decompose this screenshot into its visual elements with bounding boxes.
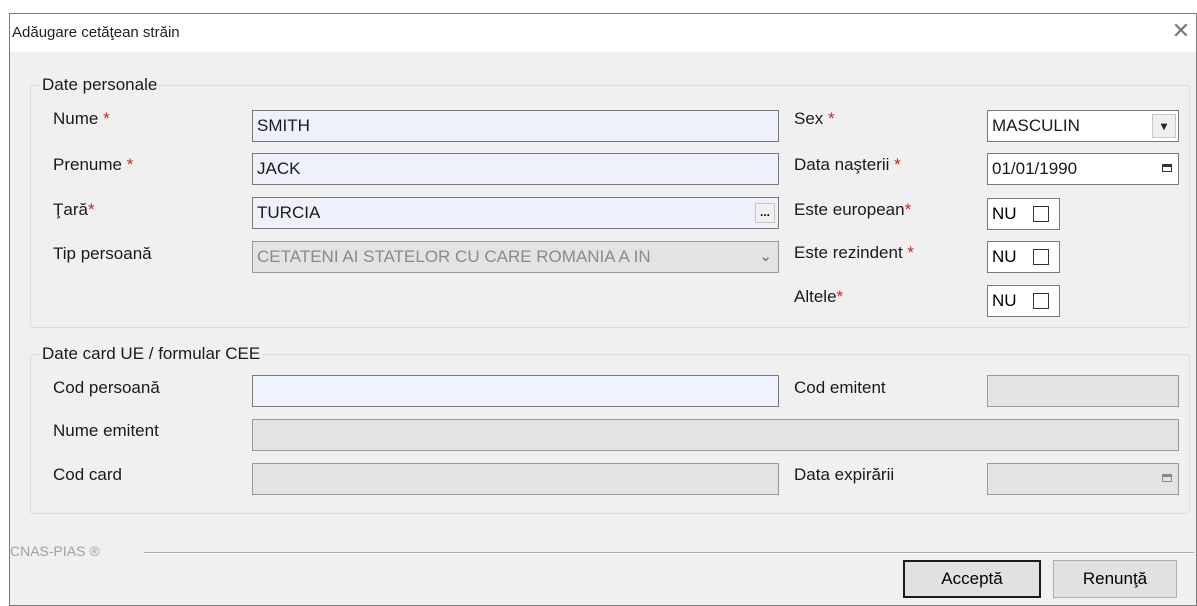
calendar-icon: [1162, 474, 1172, 482]
dialog-window: Adăugare cetăţean străin ✕ Date personal…: [9, 13, 1197, 606]
brand-label: CNAS-PIAS ®: [10, 543, 100, 559]
data-expirarii-label: Data expirării: [794, 465, 895, 484]
este-rezident-checkbox[interactable]: NU: [987, 241, 1060, 273]
checkbox-icon[interactable]: [1033, 206, 1049, 222]
data-nasterii-field[interactable]: 01/01/1990: [987, 153, 1179, 185]
chevron-down-icon: ⌄: [759, 248, 772, 265]
nume-emitent-input: [252, 419, 1179, 451]
tara-label: Ţară*: [53, 200, 95, 219]
altele-checkbox[interactable]: NU: [987, 285, 1060, 317]
cod-card-label: Cod card: [53, 465, 122, 484]
calendar-icon[interactable]: [1162, 164, 1172, 172]
nume-label: Nume *: [53, 109, 110, 128]
dropdown-arrow-icon[interactable]: ▾: [1152, 114, 1176, 138]
tara-lookup-button[interactable]: ...: [755, 203, 775, 223]
tara-field[interactable]: TURCIA ...: [252, 197, 779, 229]
window-title: Adăugare cetăţean străin: [12, 24, 180, 41]
cod-card-input: [252, 463, 779, 495]
card-data-title: Date card UE / formular CEE: [40, 344, 263, 364]
prenume-field[interactable]: JACK: [252, 153, 779, 185]
cod-emitent-label: Cod emitent: [794, 378, 886, 397]
cancel-button[interactable]: Renunţă: [1053, 560, 1177, 598]
este-european-checkbox[interactable]: NU: [987, 198, 1060, 230]
cod-persoana-input[interactable]: [252, 375, 779, 407]
close-icon[interactable]: ✕: [1170, 20, 1192, 42]
checkbox-icon[interactable]: [1033, 293, 1049, 309]
tip-persoana-select: CETATENI AI STATELOR CU CARE ROMANIA A I…: [252, 241, 779, 273]
data-nasterii-label: Data naşterii *: [794, 155, 901, 174]
cod-persoana-label: Cod persoană: [53, 378, 160, 397]
data-expirarii-input: [987, 463, 1179, 495]
checkbox-icon[interactable]: [1033, 249, 1049, 265]
accept-button[interactable]: Acceptă: [903, 560, 1041, 598]
nume-emitent-label: Nume emitent: [53, 421, 159, 440]
este-european-label: Este european*: [794, 200, 912, 219]
altele-label: Altele*: [794, 287, 844, 306]
cod-emitent-input: [987, 375, 1179, 407]
prenume-label: Prenume *: [53, 155, 134, 174]
footer-separator: [144, 552, 1194, 554]
title-bar: Adăugare cetăţean străin ✕: [10, 14, 1196, 52]
tip-persoana-label: Tip persoană: [53, 244, 152, 263]
personal-data-title: Date personale: [40, 75, 160, 95]
sex-label: Sex *: [794, 109, 835, 128]
este-rezident-label: Este rezindent *: [794, 243, 915, 262]
sex-select[interactable]: MASCULIN ▾: [987, 110, 1179, 142]
nume-field[interactable]: SMITH: [252, 110, 779, 142]
